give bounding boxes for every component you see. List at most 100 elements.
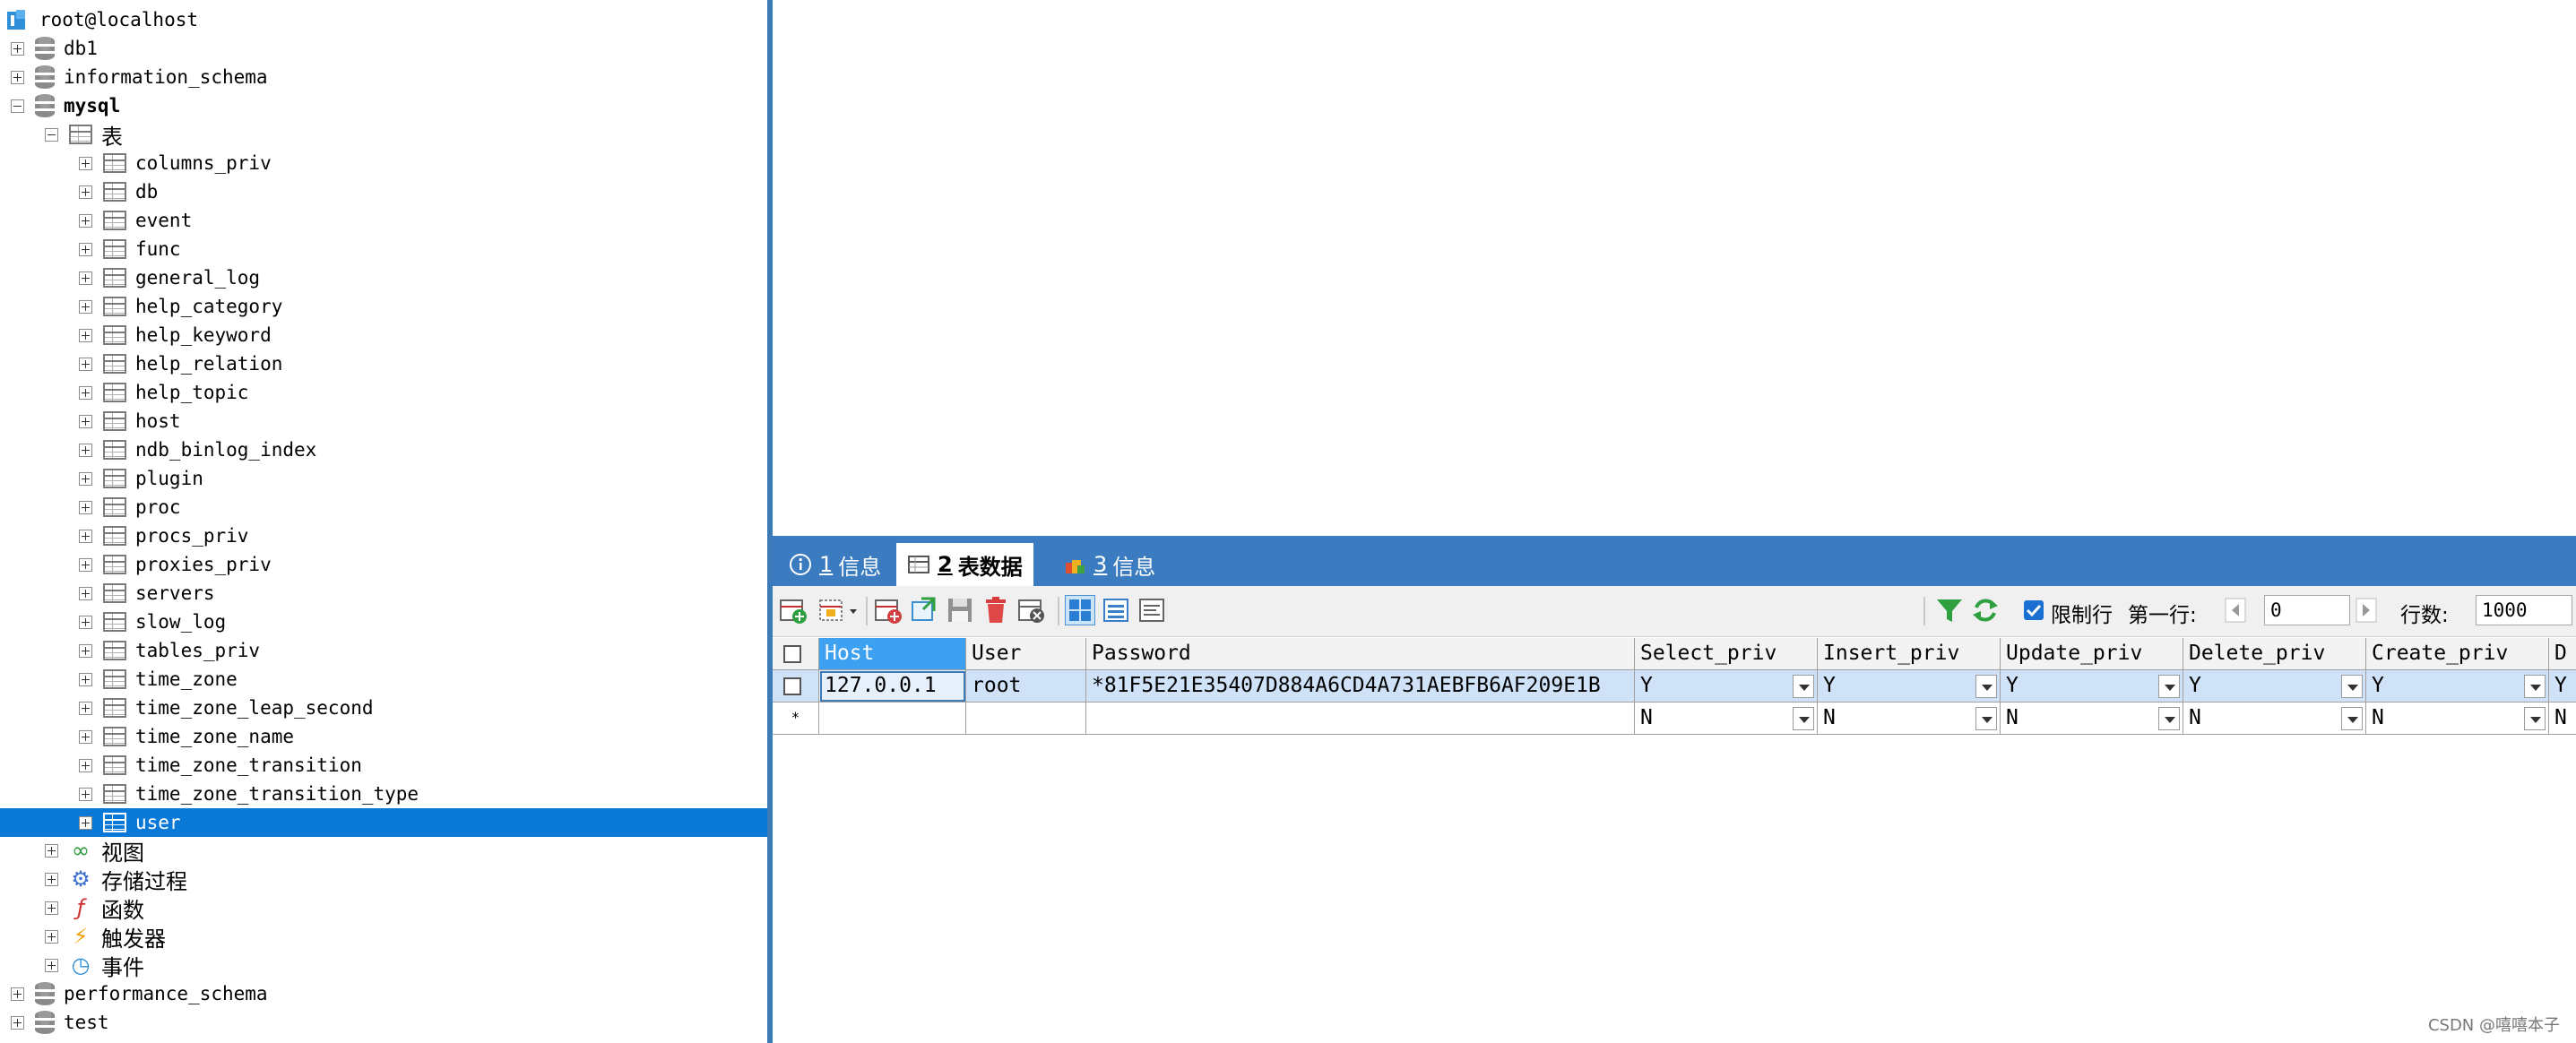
grid-cell[interactable]: Y [2183, 670, 2366, 703]
tree-folder-triggers[interactable]: ⚡ 触发器 [0, 922, 767, 952]
row-count-input[interactable]: 1000 [2476, 595, 2572, 625]
enum-dropdown-button[interactable] [1975, 707, 1997, 730]
tree-table-item[interactable]: general_log [0, 263, 767, 292]
grid-cell[interactable]: Y [2366, 670, 2549, 703]
column-header[interactable]: Delete_priv [2183, 638, 2366, 670]
tab-info-1[interactable]: 1 信息 [778, 543, 892, 586]
expand-icon[interactable] [45, 929, 58, 944]
tree-table-item[interactable]: columns_priv [0, 149, 767, 177]
expand-icon[interactable] [79, 271, 92, 285]
expand-icon[interactable] [45, 901, 58, 915]
expand-icon[interactable] [11, 987, 24, 1001]
tree-db-mysql[interactable]: mysql [0, 91, 767, 120]
grid-cell[interactable] [819, 703, 966, 735]
grid-cell[interactable]: Y [1635, 670, 1818, 703]
tree-folder-procedures[interactable]: ⚙ 存储过程 [0, 865, 767, 894]
expand-icon[interactable] [79, 672, 92, 686]
tree-table-item[interactable]: help_relation [0, 349, 767, 378]
enum-dropdown-button[interactable] [2524, 707, 2546, 730]
tree-connection[interactable]: root@localhost [0, 5, 767, 34]
grid-cell[interactable]: root [966, 670, 1086, 703]
expand-icon[interactable] [79, 586, 92, 600]
filter-funnel-icon[interactable] [1934, 595, 1965, 625]
column-header[interactable]: Update_priv [2001, 638, 2183, 670]
grid-cell[interactable]: Y [1818, 670, 2001, 703]
enum-dropdown-button[interactable] [2158, 707, 2180, 730]
tree-table-item[interactable]: help_keyword [0, 321, 767, 349]
tree-table-item[interactable]: host [0, 407, 767, 435]
tab-info-3[interactable]: 3 信息 [1052, 543, 1166, 586]
expand-icon[interactable] [79, 729, 92, 744]
tree-db-db1[interactable]: db1 [0, 34, 767, 63]
tree-table-item[interactable]: time_zone_leap_second [0, 694, 767, 722]
tree-table-item[interactable]: func [0, 235, 767, 263]
tree-folder-events[interactable]: ◷ 事件 [0, 951, 767, 980]
tree-table-item[interactable]: proc [0, 493, 767, 522]
tree-table-item[interactable]: time_zone [0, 665, 767, 694]
tree-table-item[interactable]: procs_priv [0, 522, 767, 550]
enum-dropdown-button[interactable] [2341, 707, 2363, 730]
expand-icon[interactable] [79, 787, 92, 801]
tree-table-item[interactable]: db [0, 177, 767, 206]
enum-dropdown-button[interactable] [2524, 675, 2546, 698]
expand-icon[interactable] [79, 500, 92, 514]
grid-cell[interactable]: N [2001, 703, 2183, 735]
prev-page-icon[interactable] [2225, 595, 2246, 625]
delete-trash-icon[interactable] [981, 595, 1011, 625]
tree-table-item[interactable]: slow_log [0, 608, 767, 636]
grid-cell[interactable] [966, 703, 1086, 735]
expand-icon[interactable] [79, 185, 92, 199]
tree-table-item[interactable]: time_zone_transition [0, 751, 767, 780]
grid-cell[interactable] [1086, 703, 1635, 735]
add-table-row-icon[interactable] [873, 595, 903, 625]
text-view-icon[interactable] [1137, 595, 1167, 625]
tree-db-test[interactable]: test [0, 1008, 767, 1037]
expand-icon[interactable] [79, 242, 92, 256]
enum-dropdown-button[interactable] [1793, 675, 1814, 698]
expand-icon[interactable] [79, 701, 92, 715]
grid-cell[interactable]: N [1635, 703, 1818, 735]
collapse-icon[interactable] [45, 127, 58, 142]
row-indicator[interactable] [773, 670, 819, 703]
import-icon[interactable] [909, 595, 939, 625]
tree-table-item[interactable]: time_zone_name [0, 722, 767, 751]
refresh-icon[interactable] [1970, 595, 2001, 625]
expand-icon[interactable] [79, 643, 92, 658]
expand-icon[interactable] [79, 328, 92, 342]
tree-db-performance-schema[interactable]: performance_schema [0, 979, 767, 1008]
tree-db-information-schema[interactable]: information_schema [0, 63, 767, 91]
duplicate-row-dropdown-icon[interactable] [817, 595, 860, 625]
tree-table-item[interactable]: help_topic [0, 378, 767, 407]
tree-table-item[interactable]: event [0, 206, 767, 235]
tab-table-data[interactable]: 2 表数据 [896, 543, 1033, 586]
save-icon[interactable] [945, 595, 975, 625]
expand-icon[interactable] [45, 872, 58, 886]
expand-icon[interactable] [11, 1015, 24, 1030]
grid-cell[interactable]: N [2366, 703, 2549, 735]
grid-cell[interactable]: 127.0.0.1 [819, 670, 966, 703]
expand-icon[interactable] [79, 385, 92, 400]
expand-icon[interactable] [79, 529, 92, 543]
expand-icon[interactable] [79, 815, 92, 830]
expand-icon[interactable] [79, 299, 92, 314]
expand-icon[interactable] [11, 70, 24, 84]
row-select-checkbox[interactable] [783, 677, 801, 695]
tree-table-item[interactable]: ndb_binlog_index [0, 435, 767, 464]
form-view-icon[interactable] [1101, 595, 1131, 625]
grid-cell[interactable]: Y [2549, 670, 2576, 703]
column-header[interactable]: Host [819, 638, 966, 670]
column-header[interactable]: D [2549, 638, 2576, 670]
grid-cell[interactable]: *81F5E21E35407D884A6CD4A731AEBFB6AF209E1… [1086, 670, 1635, 703]
column-header[interactable]: Select_priv [1635, 638, 1818, 670]
tree-folder-tables[interactable]: 表 [0, 120, 767, 150]
select-all-cell[interactable] [773, 638, 819, 670]
expand-icon[interactable] [79, 557, 92, 572]
expand-icon[interactable] [79, 213, 92, 228]
expand-icon[interactable] [79, 471, 92, 486]
next-page-icon[interactable] [2356, 595, 2377, 625]
grid-cell[interactable]: N [2183, 703, 2366, 735]
tree-folder-functions[interactable]: ƒ 函数 [0, 893, 767, 923]
expand-icon[interactable] [79, 357, 92, 371]
enum-dropdown-button[interactable] [2341, 675, 2363, 698]
column-header[interactable]: User [966, 638, 1086, 670]
